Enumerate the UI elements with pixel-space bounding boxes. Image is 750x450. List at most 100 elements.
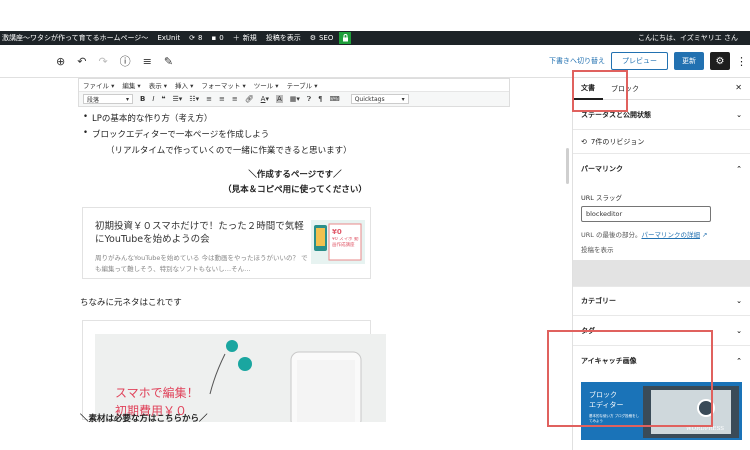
undo-icon[interactable]: ↶ xyxy=(77,55,86,68)
section-heading: ＼作成するページです／ xyxy=(248,170,342,180)
preview-button[interactable]: プレビュー xyxy=(611,52,668,70)
svg-text:¥0: ¥0 xyxy=(332,228,342,236)
highlight-box-document-tab xyxy=(572,70,628,112)
new-label: 新規 xyxy=(242,34,257,42)
italic-icon[interactable]: I xyxy=(152,95,154,103)
panel-permalink[interactable]: パーマリンク ⌃ xyxy=(573,154,750,184)
panel-categories[interactable]: カテゴリー ⌄ xyxy=(573,286,750,316)
keyboard-icon[interactable]: ⌨ xyxy=(330,95,340,103)
align-right-icon[interactable]: ≡ xyxy=(232,95,238,103)
admin-bar: 激講座〜ワタシが作って育てるホームページ〜 ExUnit ⟳ 8 ▪ 0 ＋新規 投… xyxy=(0,31,750,45)
bullet-list-icon[interactable]: ☰▾ xyxy=(173,95,183,103)
user-greeting[interactable]: こんにちは、イズミヤリエ さん xyxy=(638,33,738,43)
info-icon[interactable]: ⓘ xyxy=(120,53,131,69)
updates-link[interactable]: ⟳ 8 xyxy=(189,34,202,42)
menu-tools[interactable]: ツール ▾ xyxy=(254,80,279,90)
switch-to-draft-button[interactable]: 下書きへ切り替え xyxy=(549,56,605,66)
quicktags-select[interactable]: Quicktags ▾ xyxy=(350,94,409,104)
link-card-description: 周りがみんなYouTubeを始めている 今は動画をやったほうがいいの？ でも編集… xyxy=(95,254,308,273)
align-left-icon[interactable]: ≡ xyxy=(206,95,212,103)
permalink-body: URL スラッグ blockeditor URL の最後の部分。パーマリンクの詳… xyxy=(573,184,750,254)
format-select-value: 段落 xyxy=(87,96,100,104)
post-url-box[interactable] xyxy=(573,260,750,286)
chevron-up-icon: ⌃ xyxy=(736,165,742,173)
classic-editor-block[interactable]: ファイル ▾ 編集 ▾ 表示 ▾ 挿入 ▾ フォーマット ▾ ツール ▾ テーブ… xyxy=(78,78,510,107)
background-color-icon[interactable]: A xyxy=(275,95,283,103)
permalink-note: URL の最後の部分。パーマリンクの詳細 ↗ xyxy=(581,230,742,240)
list-item-note: （リアルタイムで作っていくので一緒に作業できると思います） xyxy=(106,146,352,156)
menu-format[interactable]: フォーマット ▾ xyxy=(201,80,245,90)
close-icon[interactable]: ✕ xyxy=(735,83,742,92)
section-subheading: （見本＆コピペ用に使ってください） xyxy=(223,185,367,195)
comments-count: 0 xyxy=(219,34,224,42)
menu-edit[interactable]: 編集 ▾ xyxy=(122,80,140,90)
toolbar-left: ⊕ ↶ ↷ ⓘ ≡ ✎ xyxy=(56,53,173,69)
chevron-down-icon: ▾ xyxy=(401,95,405,103)
menu-insert[interactable]: 挿入 ▾ xyxy=(175,80,193,90)
redo-icon[interactable]: ↷ xyxy=(98,55,107,68)
quote-icon[interactable]: ❝ xyxy=(161,95,165,103)
more-options-icon[interactable]: ⋮ xyxy=(736,55,747,68)
permalink-help-link[interactable]: パーマリンクの詳細 xyxy=(641,231,700,239)
chevron-down-icon: ⌄ xyxy=(736,297,742,305)
chevron-down-icon: ▾ xyxy=(125,95,129,103)
help-icon[interactable]: ❓︎ xyxy=(307,95,311,104)
external-link-icon: ↗ xyxy=(702,231,708,239)
url-slug-label: URL スラッグ xyxy=(581,194,622,202)
chevron-down-icon: ⌄ xyxy=(736,326,742,335)
link-icon[interactable]: 🔗︎ xyxy=(245,95,254,103)
image-card-text-line1: スマホで編集！ xyxy=(115,386,199,400)
paste-text-icon[interactable]: ¶ xyxy=(318,95,322,103)
classic-menu-bar: ファイル ▾ 編集 ▾ 表示 ▾ 挿入 ▾ フォーマット ▾ ツール ▾ テーブ… xyxy=(79,79,509,92)
list-item: LPの基本的な作り方（考え方） xyxy=(83,112,492,124)
link-card-thumbnail: ¥0 ¥0 スマホ 動画作成講座 xyxy=(311,220,365,264)
chevron-down-icon: ⌄ xyxy=(736,110,742,119)
update-button[interactable]: 更新 xyxy=(674,52,704,70)
site-title-link[interactable]: 激講座〜ワタシが作って育てるホームページ〜 xyxy=(2,33,148,43)
view-post-label: 投稿を表示 xyxy=(581,246,614,254)
comment-icon: ▪ xyxy=(211,34,217,42)
comments-link[interactable]: ▪ 0 xyxy=(211,34,223,42)
image-card[interactable]: スマホで編集！ 初期費用￥０ xyxy=(82,320,386,422)
paragraph: ちなみに元ネタはこれです xyxy=(80,298,182,308)
image-card-photo: スマホで編集！ 初期費用￥０ xyxy=(95,334,386,422)
table-icon[interactable]: ▦▾ xyxy=(290,95,300,103)
paragraph-format-select[interactable]: 段落 ▾ xyxy=(83,94,133,104)
list-view-icon[interactable]: ≡ xyxy=(143,55,152,68)
link-card-thumbnail-text: ¥0 スマホ 動画作成講座 xyxy=(332,237,359,248)
plus-icon: ＋ xyxy=(232,34,240,42)
exunit-menu[interactable]: ExUnit xyxy=(157,34,180,42)
toolbar-right: 下書きへ切り替え プレビュー 更新 ⚙ ⋮ xyxy=(549,52,747,70)
view-post-link[interactable]: 投稿を表示 xyxy=(266,33,301,43)
settings-gear-icon[interactable]: ⚙ xyxy=(710,52,730,70)
refresh-icon: ⟳ xyxy=(189,34,196,42)
add-block-icon[interactable]: ⊕ xyxy=(56,55,65,68)
quicktags-value: Quicktags xyxy=(354,95,385,103)
chevron-up-icon: ⌃ xyxy=(736,357,742,365)
numbered-list-icon[interactable]: ☷▾ xyxy=(189,95,199,103)
seo-gear-icon: ⚙ xyxy=(309,34,316,42)
seo-label: SEO xyxy=(318,34,334,42)
revisions-label: 7件のリビジョン xyxy=(590,137,645,146)
menu-file[interactable]: ファイル ▾ xyxy=(83,80,114,90)
new-content-link[interactable]: ＋新規 xyxy=(233,33,257,43)
seo-menu[interactable]: ⚙ SEO xyxy=(310,34,334,42)
bold-icon[interactable]: B xyxy=(140,95,145,103)
classic-format-bar: 段落 ▾ B I ❝ ☰▾ ☷▾ ≡ ≡ ≡ 🔗︎ A▾ A ▦▾ ❓︎ ¶ ⌨ … xyxy=(79,92,509,106)
align-center-icon[interactable]: ≡ xyxy=(219,95,225,103)
link-card-title: 初期投資￥０スマホだけで！たった２時間で気軽にYouTubeを始めようの会 xyxy=(95,221,304,245)
scrollbar[interactable] xyxy=(566,148,569,184)
editor-toolbar: ⊕ ↶ ↷ ⓘ ≡ ✎ 下書きへ切り替え プレビュー 更新 ⚙ ⋮ xyxy=(0,45,750,78)
panel-title: パーマリンク xyxy=(581,165,623,173)
menu-view[interactable]: 表示 ▾ xyxy=(149,80,167,90)
tools-pencil-icon[interactable]: ✎ xyxy=(164,55,173,68)
menu-table[interactable]: テーブル ▾ xyxy=(287,80,318,90)
revisions-link[interactable]: ⟲ 7件のリビジョン xyxy=(573,130,750,154)
lock-icon[interactable] xyxy=(339,32,352,44)
list-item: ブロックエディターで一本ページを作成しよう xyxy=(83,128,492,140)
highlight-box-featured-image xyxy=(547,330,713,427)
link-card[interactable]: 初期投資￥０スマホだけで！たった２時間で気軽にYouTubeを始めようの会 周り… xyxy=(82,207,371,279)
url-slug-input[interactable]: blockeditor xyxy=(581,206,711,222)
text-color-icon[interactable]: A▾ xyxy=(261,95,269,103)
updates-count: 8 xyxy=(198,34,203,42)
